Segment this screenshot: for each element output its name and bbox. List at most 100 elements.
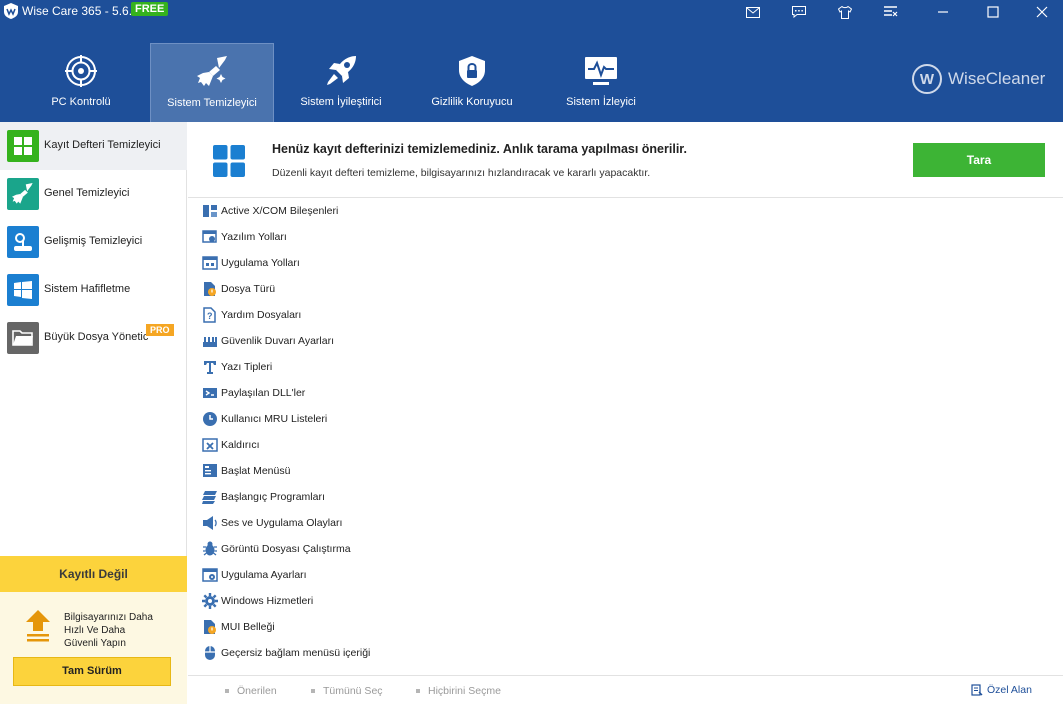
list-item[interactable]: Windows Hizmetleri <box>200 588 800 614</box>
list-item-label: Windows Hizmetleri <box>221 595 314 607</box>
tab-label: PC Kontrolü <box>51 96 111 108</box>
tab-gizlilik-koruyucu[interactable]: Gizlilik Koruyucu <box>410 43 534 122</box>
skin-icon[interactable] <box>835 3 855 21</box>
recommended-link[interactable]: Önerilen <box>225 685 277 697</box>
scan-button[interactable]: Tara <box>913 143 1045 177</box>
list-item-label: Ses ve Uygulama Olayları <box>221 517 343 529</box>
sidebar-item-gelismis-temizleyici[interactable]: Gelişmiş Temizleyici <box>0 218 187 266</box>
feedback-icon[interactable] <box>789 3 809 21</box>
banner-title: Henüz kayıt defterinizi temizlemediniz. … <box>272 142 687 156</box>
select-all-link[interactable]: Tümünü Seç <box>311 685 383 697</box>
list-item-label: Güvenlik Duvarı Ayarları <box>221 335 335 347</box>
list-item-label: Yardım Dosyaları <box>221 309 302 321</box>
menu-icon[interactable] <box>881 3 901 21</box>
sidebar-item-label: Genel Temizleyici <box>44 187 130 199</box>
tab-sistem-temizleyici[interactable]: Sistem Temizleyici <box>150 43 274 122</box>
list-item-label: Paylaşılan DLL'ler <box>221 387 306 399</box>
software-path-icon <box>202 230 217 243</box>
list-item-label: Dosya Türü <box>221 283 276 295</box>
recommended-label: Önerilen <box>237 685 277 697</box>
mail-icon[interactable] <box>743 3 763 21</box>
folder-icon <box>7 322 39 354</box>
tab-label: Sistem Temizleyici <box>167 97 257 109</box>
shield-lock-icon <box>459 56 485 86</box>
select-all-label: Tümünü Seç <box>323 685 383 697</box>
file-type-icon <box>204 282 216 296</box>
sidebar-item-kayit-defteri[interactable]: Kayıt Defteri Temizleyici <box>0 122 187 170</box>
custom-area-link[interactable]: Özel Alan <box>971 684 1032 696</box>
tab-pc-kontrolu[interactable]: PC Kontrolü <box>19 43 143 122</box>
gear-icon <box>202 593 218 609</box>
startup-icon <box>202 491 217 504</box>
sidebar-item-genel-temizleyici[interactable]: Genel Temizleyici <box>0 170 187 218</box>
list-item[interactable]: ? Yardım Dosyaları <box>200 302 800 328</box>
minimize-icon[interactable] <box>933 3 953 21</box>
registry-icon <box>7 130 39 162</box>
list-item-label: Yazı Tipleri <box>221 361 273 373</box>
app-header: Wise Care 365 - 5.6.7 FREE PC Kontrolü S… <box>0 0 1063 122</box>
tab-label: Sistem İzleyici <box>566 96 636 108</box>
banner-subtitle: Düzenli kayıt defteri temizleme, bilgisa… <box>272 167 651 179</box>
list-item[interactable]: Yazı Tipleri <box>200 354 800 380</box>
list-item[interactable]: Güvenlik Duvarı Ayarları <box>200 328 800 354</box>
vacuum-icon <box>7 226 39 258</box>
list-item[interactable]: Paylaşılan DLL'ler <box>200 380 800 406</box>
component-icon <box>203 205 217 217</box>
free-badge: FREE <box>131 2 169 16</box>
list-item-label: Görüntü Dosyası Çalıştırma <box>221 543 351 555</box>
list-item[interactable]: Kullanıcı MRU Listeleri <box>200 406 800 432</box>
scan-banner: Henüz kayıt defterinizi temizlemediniz. … <box>188 122 1063 198</box>
custom-list-icon <box>971 684 983 696</box>
list-item[interactable]: Geçersiz bağlam menüsü içeriği <box>200 640 800 666</box>
help-file-icon: ? <box>203 307 216 323</box>
list-item[interactable]: Başlat Menüsü <box>200 458 800 484</box>
upgrade-arrow-icon <box>26 610 50 642</box>
promo-text: Bilgisayarınızı Daha Hızlı Ve Daha Güven… <box>64 611 184 650</box>
promo-line: Hızlı Ve Daha <box>64 625 126 636</box>
list-item-label: MUI Belleği <box>221 621 275 633</box>
list-item[interactable]: Dosya Türü <box>200 276 800 302</box>
list-item-label: Kullanıcı MRU Listeleri <box>221 413 328 425</box>
close-icon[interactable] <box>1032 3 1052 21</box>
mouse-icon <box>205 646 215 660</box>
list-item[interactable]: Uygulama Yolları <box>200 250 800 276</box>
bullet-icon <box>416 689 420 693</box>
uninstall-icon <box>202 438 218 452</box>
list-item[interactable]: Başlangıç Programları <box>200 484 800 510</box>
list-item[interactable]: Uygulama Ayarları <box>200 562 800 588</box>
list-item[interactable]: Görüntü Dosyası Çalıştırma <box>200 536 800 562</box>
select-none-link[interactable]: Hiçbirini Seçme <box>416 685 501 697</box>
maximize-icon[interactable] <box>983 3 1003 21</box>
list-item[interactable]: Ses ve Uygulama Olayları <box>200 510 800 536</box>
tab-sistem-izleyici[interactable]: Sistem İzleyici <box>539 43 663 122</box>
list-item-label: Başlat Menüsü <box>221 465 291 477</box>
bullet-icon <box>311 689 315 693</box>
list-item-label: Yazılım Yolları <box>221 231 287 243</box>
list-item-label: Active X/COM Bileşenleri <box>221 205 339 217</box>
brand-name: WiseCleaner <box>948 69 1046 88</box>
title-bar: Wise Care 365 - 5.6.7 FREE <box>0 0 1063 24</box>
footer-bar: Önerilen Tümünü Seç Hiçbirini Seçme Özel… <box>188 675 1063 704</box>
sidebar-item-buyuk-dosya[interactable]: Büyük Dosya Yönetic PRO <box>0 314 187 362</box>
pro-badge: PRO <box>146 324 174 336</box>
broom-icon <box>7 178 39 210</box>
clock-icon <box>203 412 217 426</box>
app-logo-icon <box>4 3 18 19</box>
tab-sistem-iyilestirici[interactable]: Sistem İyileştirici <box>279 43 403 122</box>
list-item[interactable]: MUI Belleği <box>200 614 800 640</box>
list-item[interactable]: Active X/COM Bileşenleri <box>200 198 800 224</box>
sidebar-item-label: Büyük Dosya Yönetic <box>44 331 149 343</box>
brand-logo-icon: W <box>912 64 942 94</box>
list-item[interactable]: Kaldırıcı <box>200 432 800 458</box>
sidebar-item-label: Sistem Hafifletme <box>44 283 131 295</box>
list-item-label: Başlangıç Programları <box>221 491 325 503</box>
full-version-button[interactable]: Tam Sürüm <box>13 657 171 686</box>
tab-label: Gizlilik Koruyucu <box>431 96 513 108</box>
windows-icon <box>7 274 39 306</box>
tab-label: Sistem İyileştirici <box>300 96 382 108</box>
sidebar-item-sistem-hafifletme[interactable]: Sistem Hafifletme <box>0 266 187 314</box>
list-item[interactable]: Yazılım Yolları <box>200 224 800 250</box>
rocket-icon <box>327 56 356 85</box>
sidebar-item-label: Kayıt Defteri Temizleyici <box>44 139 161 151</box>
crosshair-icon <box>65 55 97 87</box>
